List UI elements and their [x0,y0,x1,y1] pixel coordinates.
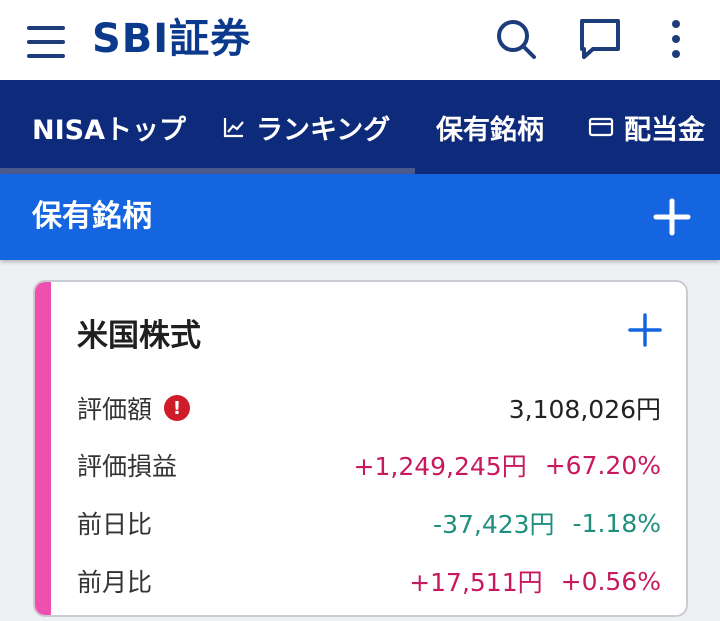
row-day-change: 前日比 -37,423円 -1.18% [77,503,661,543]
tab-label: ランキング [256,114,391,146]
plus-icon[interactable] [648,193,696,241]
tab-dividends[interactable]: 配当金 [588,80,705,174]
section-header: 保有銘柄 [0,174,720,260]
row-unrealized-pl: 評価損益 +1,249,245円 +67.20% [77,445,661,485]
tab-nisa-top[interactable]: NISAトップ [32,80,186,174]
row-label: 評価損益 [77,452,178,481]
pl-value: +1,249,245円 [353,452,527,481]
row-label: 評価額 [77,395,153,424]
chart-line-icon [222,115,246,139]
tab-ranking[interactable]: ランキング [222,80,390,174]
tab-label: 保有銘柄 [436,114,544,146]
tab-label: NISAトップ [32,114,186,146]
alert-icon[interactable]: ! [164,395,191,421]
card-title: 米国株式 [77,318,201,354]
tab-label: 配当金 [624,114,705,146]
add-plus-icon[interactable] [627,312,663,348]
us-stocks-card[interactable]: 米国株式 評価額 ! 3,108,026円 評価損益 +1,249,245円 +… [33,280,688,617]
card-accent-bar [35,282,51,615]
tab-bar: NISAトップ ランキング 保有銘柄 配当金 [0,80,720,174]
section-title: 保有銘柄 [32,199,152,234]
day-change-value: -37,423円 [433,510,555,539]
app-bar: SBI証券 [0,0,720,80]
more-vertical-icon[interactable] [652,14,700,64]
valuation-value: 3,108,026円 [508,395,661,424]
sbi-logo: SBI証券 [92,16,252,62]
row-month-change: 前月比 +17,511円 +0.56% [77,561,661,601]
row-valuation: 評価額 ! 3,108,026円 [77,388,661,428]
row-label: 前日比 [77,510,153,539]
menu-icon[interactable] [24,22,68,62]
card-icon [588,116,614,138]
month-change-value: +17,511円 [409,568,543,597]
tab-holdings[interactable]: 保有銘柄 [436,80,544,174]
month-change-percent: +0.56% [560,566,661,596]
chat-icon[interactable] [576,14,624,64]
pl-percent: +67.20% [544,450,661,480]
search-icon[interactable] [492,14,540,64]
day-change-percent: -1.18% [572,508,661,538]
row-label: 前月比 [77,568,153,597]
